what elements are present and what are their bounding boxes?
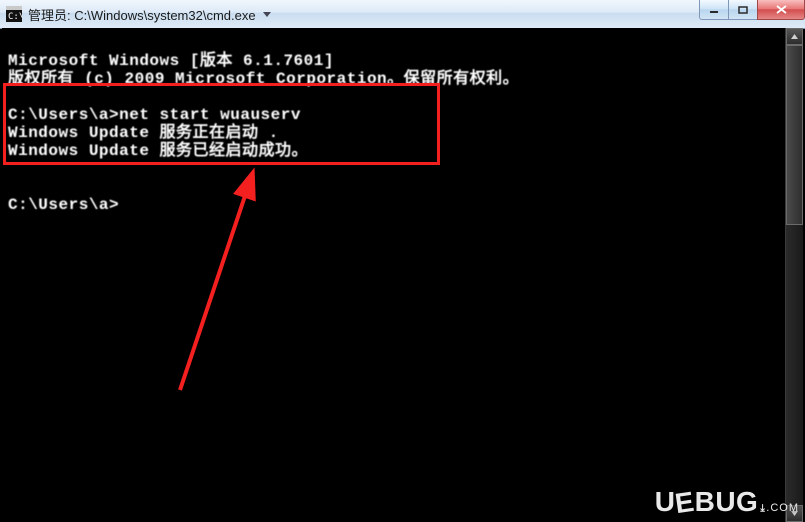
title-dropdown-icon[interactable] bbox=[260, 7, 274, 21]
window-title: 管理员: C:\Windows\system32\cmd.exe bbox=[28, 5, 256, 24]
title-path: C:\Windows\system32\cmd.exe bbox=[74, 8, 255, 23]
term-line: Windows Update 服务已经启动成功。 bbox=[8, 142, 308, 160]
scrollbar[interactable] bbox=[785, 28, 803, 522]
term-line: Microsoft Windows [版本 6.1.7601] bbox=[8, 52, 334, 70]
minimize-button[interactable] bbox=[699, 0, 729, 20]
download-icon: ⤓ bbox=[760, 503, 765, 514]
watermark-text: .COM bbox=[766, 502, 799, 514]
watermark: UEBUG⤓.COM bbox=[655, 486, 799, 518]
scroll-thumb[interactable] bbox=[786, 45, 803, 225]
scroll-up-button[interactable] bbox=[786, 28, 803, 45]
window-buttons bbox=[700, 0, 805, 20]
maximize-button[interactable] bbox=[728, 0, 758, 20]
terminal-area[interactable]: Microsoft Windows [版本 6.1.7601] 版权所有 (c)… bbox=[2, 28, 803, 522]
title-prefix: 管理员: bbox=[28, 8, 71, 23]
cmd-window: C:\ 管理员: C:\Windows\system32\cmd.exe Mic… bbox=[0, 0, 805, 522]
watermark-text: E bbox=[673, 486, 696, 520]
svg-text:C:\: C:\ bbox=[8, 12, 22, 22]
term-line: Windows Update 服务正在启动 . bbox=[8, 124, 279, 142]
cmd-icon: C:\ bbox=[6, 6, 22, 22]
close-button[interactable] bbox=[757, 0, 805, 20]
watermark-text: U bbox=[655, 486, 676, 518]
term-line: 版权所有 (c) 2009 Microsoft Corporation。保留所有… bbox=[8, 70, 519, 88]
titlebar[interactable]: C:\ 管理员: C:\Windows\system32\cmd.exe bbox=[0, 0, 805, 29]
term-line: C:\Users\a> bbox=[8, 196, 119, 214]
term-line: C:\Users\a>net start wuauserv bbox=[8, 106, 301, 124]
watermark-text: BUG bbox=[695, 486, 759, 518]
terminal-output: Microsoft Windows [版本 6.1.7601] 版权所有 (c)… bbox=[8, 52, 799, 214]
